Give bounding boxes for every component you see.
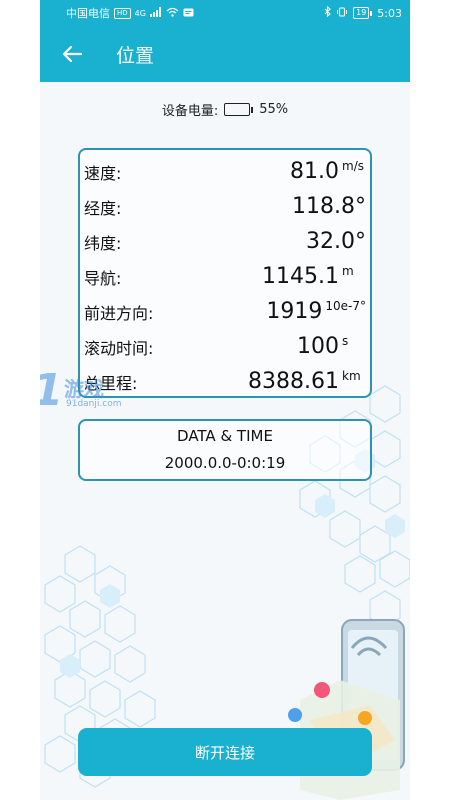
reading-row: 滚动时间: 100 s	[84, 329, 366, 364]
reading-value: 118.8°	[292, 194, 366, 219]
device-battery-percent: 55%	[259, 102, 289, 117]
wifi-icon	[166, 7, 179, 20]
disconnect-button[interactable]: 断开连接	[78, 728, 372, 776]
phone-battery-level: 19	[353, 7, 370, 19]
reading-label: 经度:	[84, 198, 122, 218]
clock: 5:03	[377, 6, 402, 20]
back-button[interactable]	[54, 36, 90, 72]
page-title: 位置	[116, 44, 155, 67]
reading-value: 8388.61	[248, 369, 339, 394]
watermark-name: 游戏	[64, 377, 104, 401]
reading-unit: s	[342, 334, 349, 348]
carrier-name: 中国电信	[66, 7, 110, 20]
reading-unit: 10e-7°	[325, 299, 366, 313]
reading-label: 纬度:	[84, 233, 122, 253]
reading-label: 导航:	[84, 268, 122, 288]
message-icon	[183, 7, 194, 20]
app-screen: 中国电信 HD 4G 19 5:03 位置 设备电量: 55% 速度: 81.0…	[40, 0, 410, 800]
signal-icon	[149, 6, 162, 20]
reading-unit: km	[342, 369, 361, 383]
reading-label: 前进方向:	[84, 303, 154, 323]
reading-row: 经度: 118.8°	[84, 189, 366, 224]
reading-value: 1919	[266, 299, 323, 324]
datetime-panel: DATA & TIME 2000.0.0-0:0:19	[78, 419, 372, 481]
reading-value: 32.0°	[306, 229, 366, 254]
reading-label: 速度:	[84, 163, 122, 183]
reading-value: 1145.1	[262, 264, 339, 289]
reading-value: 100	[297, 334, 339, 359]
datetime-value: 2000.0.0-0:0:19	[164, 454, 286, 472]
reading-row: 纬度: 32.0°	[84, 224, 366, 259]
reading-value: 81.0	[290, 159, 339, 184]
watermark-url: 91danji.com	[66, 399, 122, 409]
datetime-heading: DATA & TIME	[177, 427, 273, 445]
reading-unit: m	[342, 264, 354, 278]
app-bar: 位置	[40, 26, 410, 82]
carrier-info: 中国电信 HD 4G	[66, 5, 324, 21]
vibrate-icon	[336, 6, 348, 20]
reading-row: 前进方向: 1919 10e-7°	[84, 294, 366, 329]
reading-row: 导航: 1145.1 m	[84, 259, 366, 294]
watermark-number: 91	[40, 365, 63, 416]
bluetooth-icon	[324, 5, 331, 20]
reading-row: 速度: 81.0 m/s	[84, 154, 366, 189]
phone-battery-icon: 19	[353, 7, 373, 19]
reading-unit: m/s	[342, 159, 364, 173]
device-battery-row: 设备电量: 55%	[40, 100, 410, 119]
hd-badge: HD	[114, 7, 131, 19]
arrow-left-icon	[62, 45, 82, 63]
status-bar: 中国电信 HD 4G 19 5:03	[40, 0, 410, 26]
network-type: 4G	[134, 8, 146, 18]
reading-label: 滚动时间:	[84, 338, 154, 358]
readings-panel: 速度: 81.0 m/s 经度: 118.8° 纬度: 32.0° 导航: 1145.1 m 前进方…	[78, 148, 372, 398]
battery-icon	[224, 103, 254, 116]
device-battery-label: 设备电量:	[161, 104, 219, 119]
status-right: 19 5:03	[324, 5, 402, 20]
watermark-logo: 91 游戏 91danji.com	[40, 365, 132, 423]
